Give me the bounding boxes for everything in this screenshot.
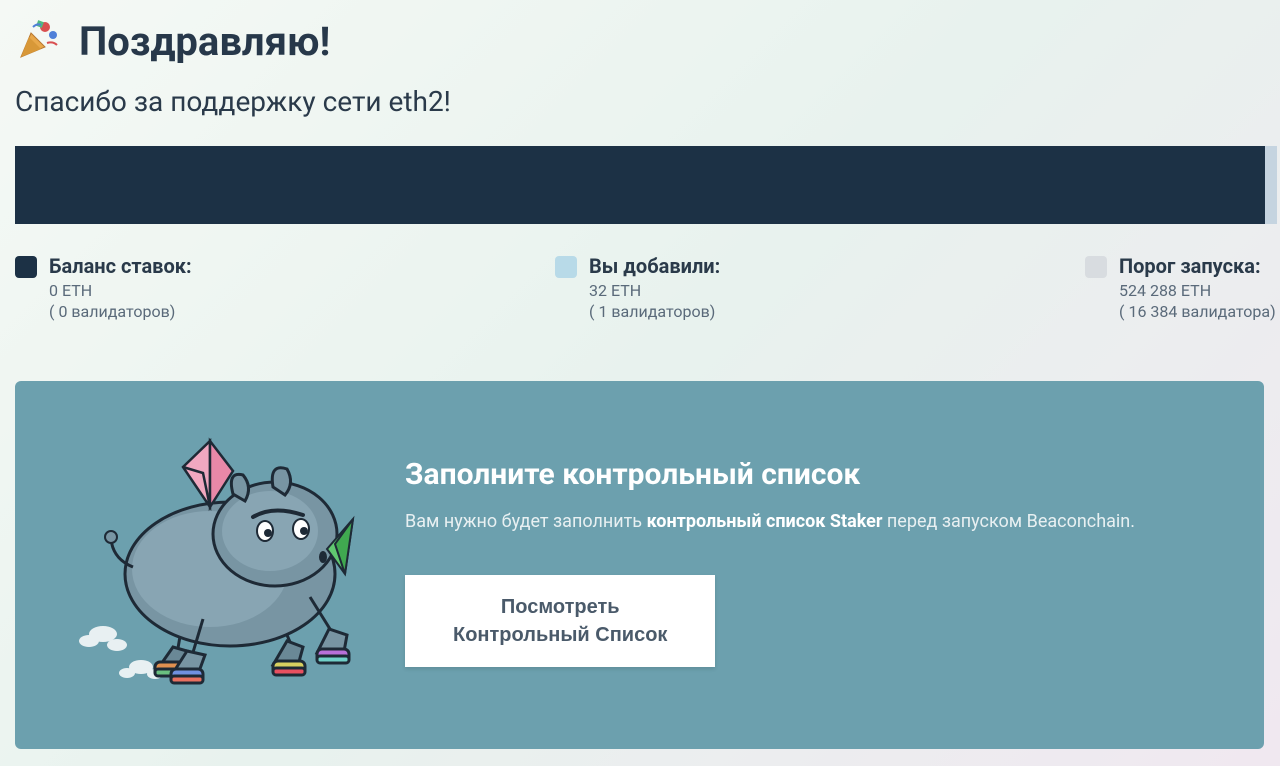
checklist-description: Вам нужно будет заполнить контрольный сп… — [405, 508, 1216, 535]
stat-balance-value: 0 ETH — [49, 281, 192, 300]
stat-balance: Баланс ставок: 0 ETH ( 0 валидаторов) — [15, 254, 555, 321]
stat-threshold-value: 524 288 ETH — [1119, 281, 1276, 300]
progress-bar — [15, 146, 1277, 224]
checklist-title: Заполните контрольный список — [405, 457, 1216, 492]
stat-contributed-value: 32 ETH — [589, 281, 720, 300]
stat-balance-detail: ( 0 валидаторов) — [49, 302, 192, 321]
button-line1: Посмотреть — [501, 596, 620, 618]
progress-fill — [15, 146, 1264, 224]
stats-row: Баланс ставок: 0 ETH ( 0 валидаторов) Вы… — [15, 254, 1280, 321]
checklist-card: Заполните контрольный список Вам нужно б… — [15, 381, 1264, 749]
checklist-desc-bold: контрольный список Staker — [647, 511, 883, 532]
rhino-mascot-icon — [55, 419, 365, 699]
button-line2: Контрольный Список — [453, 624, 667, 646]
page-title: Поздравляю! — [79, 18, 330, 65]
stat-balance-label: Баланс ставок: — [49, 254, 192, 278]
stat-threshold-detail: ( 16 384 валидатора) — [1119, 302, 1276, 321]
progress-remaining — [1265, 146, 1277, 224]
legend-box-dark — [15, 256, 37, 278]
checklist-desc-suffix: перед запуском Beaconchain. — [882, 511, 1135, 532]
stat-threshold: Порог запуска: 524 288 ETH ( 16 384 вали… — [1085, 254, 1280, 321]
legend-box-gray — [1085, 256, 1107, 278]
checklist-desc-prefix: Вам нужно будет заполнить — [405, 511, 647, 532]
checklist-content: Заполните контрольный список Вам нужно б… — [405, 419, 1216, 667]
stat-contributed-detail: ( 1 валидаторов) — [589, 302, 720, 321]
stat-threshold-label: Порог запуска: — [1119, 254, 1276, 278]
stat-contributed: Вы добавили: 32 ETH ( 1 валидаторов) — [555, 254, 1085, 321]
legend-box-light — [555, 256, 577, 278]
page-subtitle: Спасибо за поддержку сети eth2! — [15, 85, 1280, 118]
party-popper-icon — [15, 15, 63, 67]
page-header: Поздравляю! — [15, 15, 1280, 67]
stat-contributed-label: Вы добавили: — [589, 254, 720, 278]
view-checklist-button[interactable]: Посмотреть Контрольный Список — [405, 575, 715, 667]
